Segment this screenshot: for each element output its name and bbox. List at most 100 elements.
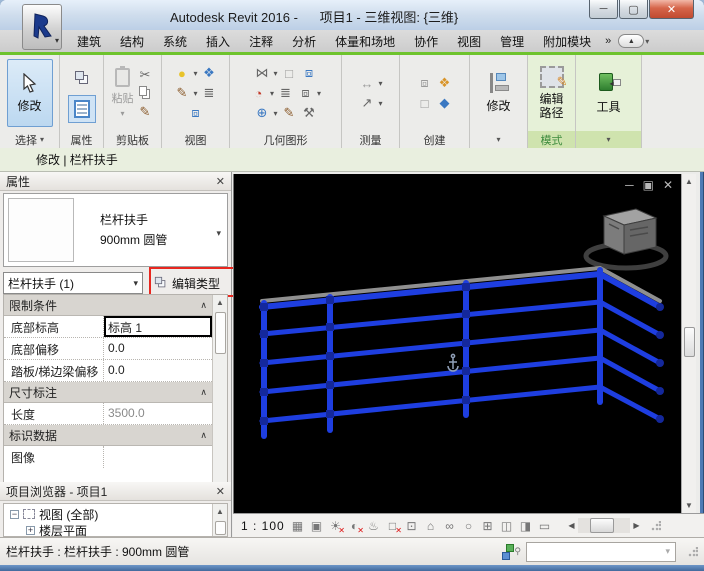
default-3d-view-icon[interactable]: ⧈ xyxy=(187,105,204,122)
3d-view-canvas[interactable]: ─ ▣ ✕ xyxy=(234,174,681,513)
scroll-right-icon[interactable]: ▶ xyxy=(630,518,643,533)
properties-scrollbar[interactable]: ▲ ▼ xyxy=(212,295,227,510)
measure-between-icon[interactable]: ↗ xyxy=(358,95,375,112)
analytical-model-icon[interactable]: ◫ xyxy=(498,517,515,535)
instance-filter-select[interactable]: 栏杆扶手 (1) ▾ xyxy=(3,272,143,294)
caret-down-icon[interactable]: ▾ xyxy=(378,79,382,88)
view-restore-icon[interactable]: ▣ xyxy=(643,178,654,192)
tab-systems[interactable]: 系统 xyxy=(154,31,196,52)
edit-path-button[interactable]: ✎ 编辑路径 xyxy=(532,59,571,127)
measure-aligned-icon[interactable]: ↔ xyxy=(358,75,375,92)
application-menu-button[interactable]: ▾ xyxy=(22,4,62,50)
properties-palette-button[interactable] xyxy=(68,95,96,123)
apply-coping-icon[interactable]: □ xyxy=(281,65,298,82)
caret-down-icon[interactable]: ▾ xyxy=(270,89,274,98)
tab-architecture[interactable]: 建筑 xyxy=(68,31,110,52)
tools-button[interactable]: ◂ 工具 xyxy=(586,59,632,127)
caret-down-icon[interactable]: ▾ xyxy=(317,89,321,98)
tab-collaborate[interactable]: 协作 xyxy=(405,31,447,52)
detail-level-icon[interactable]: ▦ xyxy=(289,517,306,535)
type-properties-button[interactable] xyxy=(68,64,96,92)
type-selector-caret-icon[interactable]: ▾ xyxy=(216,228,221,239)
linework-brush-icon[interactable]: ✎ xyxy=(173,85,190,102)
caret-down-icon[interactable]: ▾ xyxy=(273,109,277,118)
design-options-select[interactable]: ▾ xyxy=(526,542,676,562)
tab-view[interactable]: 视图 xyxy=(448,31,490,52)
tree-item-views[interactable]: − 视图 (全部) xyxy=(4,506,212,522)
panel-tools-caret[interactable]: ▾ xyxy=(576,131,641,148)
caret-down-icon[interactable]: ▾ xyxy=(378,99,382,108)
chevron-up-icon[interactable]: ∧ xyxy=(200,433,207,438)
wall-joins-icon[interactable]: ⧈ xyxy=(301,65,318,82)
modify-tool-button[interactable]: 修改 xyxy=(7,59,53,127)
paste-icon[interactable] xyxy=(115,68,130,87)
cut-icon[interactable]: ✂ xyxy=(137,66,154,83)
show-rendering-icon[interactable]: ♨ xyxy=(365,517,382,535)
tab-manage[interactable]: 管理 xyxy=(491,31,533,52)
displacement-icon[interactable]: ◨ xyxy=(517,517,534,535)
reveal-constraints-icon[interactable]: ▭ xyxy=(536,517,553,535)
edit-type-button[interactable]: 编辑类型 xyxy=(151,273,223,294)
crop-view-icon[interactable]: □ xyxy=(384,517,401,535)
temporary-hide-isolate-icon[interactable]: ∞ xyxy=(441,517,458,535)
ribbon-collapse-caret-icon[interactable]: ▾ xyxy=(645,37,649,46)
chevron-up-icon[interactable]: ∧ xyxy=(200,390,207,395)
scroll-thumb[interactable] xyxy=(590,518,614,533)
resize-grip[interactable] xyxy=(651,521,661,531)
tab-overflow-icon[interactable]: » xyxy=(601,35,613,47)
properties-close-icon[interactable]: ✕ xyxy=(216,175,225,188)
project-browser-header[interactable]: 项目浏览器 - 项目1 ✕ xyxy=(0,482,231,501)
show-crop-region-icon[interactable]: ⊡ xyxy=(403,517,420,535)
scroll-up-icon[interactable]: ▲ xyxy=(682,174,697,189)
caret-down-icon[interactable]: ▾ xyxy=(273,69,277,78)
scroll-thumb[interactable] xyxy=(215,312,226,354)
viewport-hscrollbar[interactable]: ◀ ▶ xyxy=(565,518,643,533)
tab-structure[interactable]: 结构 xyxy=(111,31,153,52)
panel-modify-caret[interactable]: ▾ xyxy=(470,131,527,148)
join-icon[interactable]: ⊕ xyxy=(253,105,270,122)
properties-header[interactable]: 属性 ✕ xyxy=(0,172,231,191)
view-close-icon[interactable]: ✕ xyxy=(663,178,673,192)
create-assembly-icon[interactable]: □ xyxy=(416,95,433,112)
create-parts-icon[interactable]: ◆ xyxy=(436,95,453,112)
modify-mode-button[interactable]: 修改 xyxy=(476,59,522,127)
panel-select-label[interactable]: 选择▾ xyxy=(0,131,59,148)
tab-addins[interactable]: 附加模块 xyxy=(534,31,600,52)
scroll-thumb[interactable] xyxy=(215,521,226,535)
lightbulb-icon[interactable]: ● xyxy=(173,65,190,82)
base-level-value[interactable]: 标高 1 xyxy=(104,316,212,337)
paste-caret-icon[interactable]: ▾ xyxy=(120,109,124,118)
scroll-up-icon[interactable]: ▲ xyxy=(213,504,228,519)
close-button[interactable]: ✕ xyxy=(649,0,694,19)
locked-orientation-icon[interactable]: ⌂ xyxy=(422,517,439,535)
railing-3d[interactable] xyxy=(260,268,664,436)
temporary-view-properties-icon[interactable]: ⊞ xyxy=(479,517,496,535)
tab-massing-site[interactable]: 体量和场地 xyxy=(326,31,404,52)
scroll-left-icon[interactable]: ◀ xyxy=(565,518,578,533)
design-options-icon[interactable]: ⚲ xyxy=(502,544,520,560)
thin-lines-icon[interactable]: ≣ xyxy=(201,85,218,102)
copy-icon[interactable] xyxy=(139,86,147,96)
split-face-icon[interactable]: ◔ xyxy=(250,85,267,102)
tab-insert[interactable]: 插入 xyxy=(197,31,239,52)
caret-down-icon[interactable]: ▾ xyxy=(193,89,197,98)
cut-geometry-icon[interactable]: ⋈ xyxy=(253,65,270,82)
paste-button-label[interactable]: 粘贴 xyxy=(112,90,134,106)
view-scale-button[interactable]: 1 : 100 xyxy=(241,519,287,533)
project-browser-close-icon[interactable]: ✕ xyxy=(216,485,225,498)
view-cube[interactable] xyxy=(586,209,666,268)
create-group-icon[interactable]: ⧈ xyxy=(416,75,433,92)
render-icon[interactable]: ❖ xyxy=(201,65,218,82)
unjoin-icon[interactable]: ⧈ xyxy=(297,85,314,102)
create-similar-icon[interactable]: ❖ xyxy=(436,75,453,92)
scroll-down-icon[interactable]: ▼ xyxy=(682,498,697,513)
hammer-icon[interactable]: ⚒ xyxy=(301,105,318,122)
section-identity-data[interactable]: 标识数据 ∧ xyxy=(4,425,212,446)
tab-annotate[interactable]: 注释 xyxy=(240,31,282,52)
tread-offset-value[interactable]: 0.0 xyxy=(104,360,212,381)
type-selector[interactable]: 栏杆扶手 900mm 圆管 ▾ xyxy=(3,193,228,267)
expand-icon[interactable]: + xyxy=(26,526,35,535)
maximize-button[interactable]: ▢ xyxy=(619,0,648,19)
shadows-icon[interactable]: ◐ xyxy=(346,517,363,535)
match-type-icon[interactable]: ✎ xyxy=(137,103,154,120)
